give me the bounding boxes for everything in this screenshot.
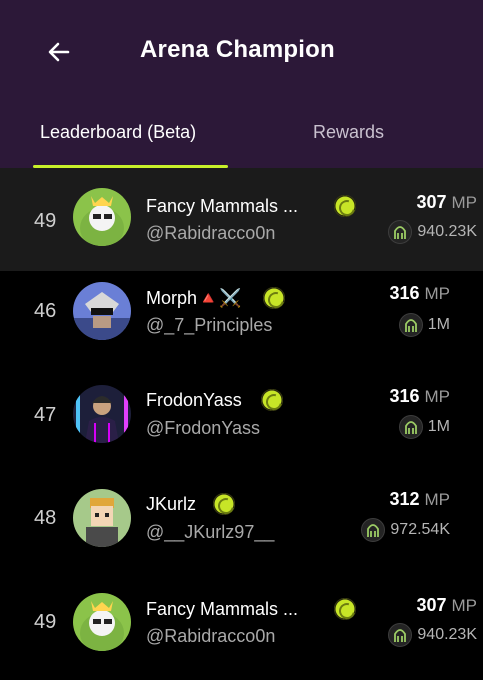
leaderboard-row[interactable]: 46 Morph🔺⚔️ @_7_Principles 316 MP 1M	[0, 271, 483, 374]
avatar-fancy-mammal	[73, 188, 131, 246]
leaderboard-row[interactable]: 47 FrodonYass @FrodonYass 316 MP 1M	[0, 374, 483, 477]
token-amount: 1M	[427, 418, 450, 435]
avatar-jkurlz	[73, 489, 131, 547]
tab-rewards[interactable]: Rewards	[300, 118, 410, 168]
token-balance: 972.54K	[361, 518, 450, 542]
verified-badge-icon	[261, 389, 283, 411]
mp-score: 312 MP	[389, 489, 450, 510]
player-name: Fancy Mammals ...	[146, 196, 299, 216]
avatar[interactable]	[73, 489, 131, 547]
tab-rewards-label: Rewards	[313, 122, 385, 142]
rank-number: 46	[34, 300, 57, 322]
token-coin-icon	[398, 415, 423, 439]
token-amount: 1M	[427, 316, 450, 333]
token-balance: 1M	[398, 313, 450, 337]
rank-number: 47	[34, 404, 57, 426]
token-amount: 940.23K	[417, 223, 477, 240]
mp-score: 307 MP	[416, 192, 477, 213]
mp-value: 307	[416, 595, 447, 615]
mp-unit: MP	[451, 596, 478, 615]
token-coin-icon	[388, 220, 413, 244]
app-header: Arena Champion Leaderboard (Beta) Reward…	[0, 0, 483, 168]
mp-score: 316 MP	[389, 283, 450, 304]
avatar[interactable]	[73, 385, 131, 443]
verified-badge-icon	[334, 195, 356, 217]
verified-badge-icon	[213, 493, 235, 515]
player-handle: @FrodonYass	[146, 418, 260, 438]
player-name: Fancy Mammals ...	[146, 599, 299, 619]
token-balance: 1M	[398, 415, 450, 439]
rank-number: 48	[34, 507, 57, 529]
avatar-fancy-mammal	[73, 593, 131, 651]
player-handle: @Rabidracco0n	[146, 626, 276, 646]
player-handle: @_7_Principles	[146, 315, 273, 335]
rank-number: 49	[34, 611, 57, 633]
rank-number: 49	[34, 210, 57, 232]
arrow-left-icon	[48, 42, 70, 62]
tab-leaderboard[interactable]: Leaderboard (Beta)	[33, 118, 228, 168]
tab-leaderboard-label: Leaderboard (Beta)	[40, 122, 197, 142]
leaderboard-row[interactable]: 48 JKurlz @__JKurlz97__ 312 MP 972.54K	[0, 477, 483, 580]
mp-value: 312	[389, 489, 420, 509]
token-coin-icon	[398, 313, 423, 337]
token-balance: 940.23K	[388, 623, 477, 647]
verified-badge-icon	[263, 287, 285, 309]
token-coin-icon	[361, 518, 386, 542]
player-handle: @Rabidracco0n	[146, 223, 276, 243]
back-button[interactable]	[40, 33, 78, 71]
mp-value: 307	[416, 192, 447, 212]
avatar[interactable]	[73, 188, 131, 246]
verified-badge-icon	[334, 598, 356, 620]
page-title: Arena Champion	[140, 36, 335, 63]
leaderboard-row-current-user[interactable]: 49 Fancy Mammals ... @Rabidracco0n 307 MP…	[0, 168, 483, 271]
player-handle: @__JKurlz97__	[146, 522, 275, 542]
player-name: Morph🔺⚔️	[146, 288, 242, 308]
avatar-frodonyass	[73, 385, 131, 443]
mp-unit: MP	[424, 490, 451, 509]
mp-score: 307 MP	[416, 595, 477, 616]
mp-unit: MP	[424, 387, 451, 406]
token-coin-icon	[388, 623, 413, 647]
token-amount: 972.54K	[390, 521, 450, 538]
mp-unit: MP	[451, 193, 478, 212]
avatar-morph	[73, 282, 131, 340]
player-name: JKurlz	[146, 494, 197, 514]
player-name: FrodonYass	[146, 390, 242, 410]
token-amount: 940.23K	[417, 626, 477, 643]
leaderboard-row[interactable]: 49 Fancy Mammals ... @Rabidracco0n 307 MP…	[0, 580, 483, 680]
avatar[interactable]	[73, 282, 131, 340]
avatar[interactable]	[73, 593, 131, 651]
mp-value: 316	[389, 283, 420, 303]
mp-unit: MP	[424, 284, 451, 303]
mp-value: 316	[389, 386, 420, 406]
token-balance: 940.23K	[388, 220, 477, 244]
mp-score: 316 MP	[389, 386, 450, 407]
